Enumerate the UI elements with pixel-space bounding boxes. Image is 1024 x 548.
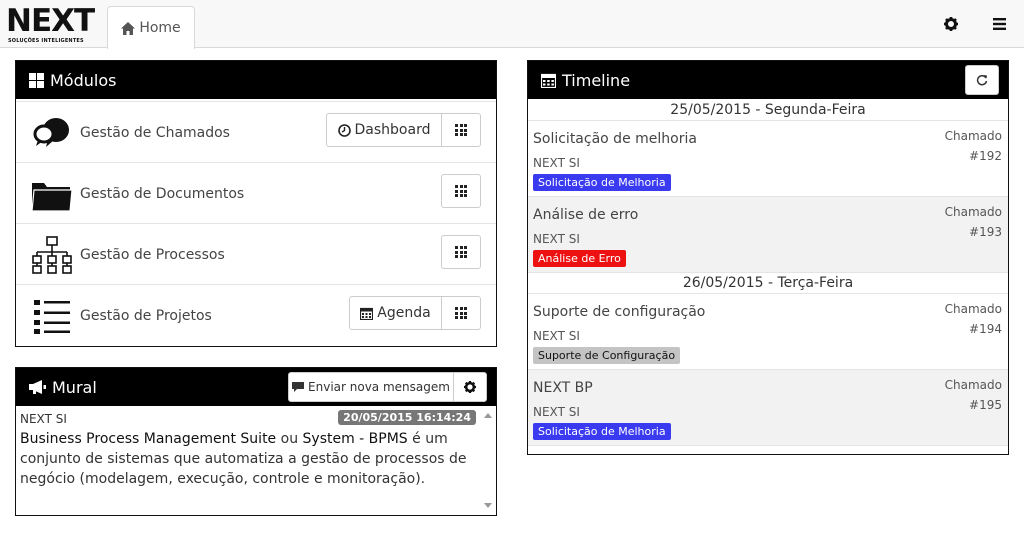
grid-squares-icon [29, 72, 44, 88]
module-label: Gestão de Documentos [80, 185, 245, 202]
grid-icon [455, 307, 467, 319]
timeline-item[interactable]: NEXT BP NEXT SI Solicitação de Melhoria … [528, 370, 1008, 446]
timeline-panel-header: Timeline [528, 61, 1008, 99]
next-logo[interactable]: NEXT SOLUÇÕES INTELIGENTES [6, 3, 100, 45]
comment-icon [292, 381, 305, 392]
mural-scrollbar[interactable] [481, 407, 495, 514]
module-row-documentos[interactable]: Gestão de Documentos [16, 162, 496, 223]
list-icon [34, 300, 70, 334]
timeline-item-org: NEXT SI [533, 156, 580, 170]
timeline-item-number: #194 [969, 322, 1002, 336]
timeline-item-type: Chamado [944, 378, 1002, 392]
logo-word: NEXT [6, 3, 95, 39]
mural-title: Mural [52, 377, 97, 397]
timeline-item-number: #192 [969, 149, 1002, 163]
timeline-item-type: Chamado [944, 129, 1002, 143]
timeline-item-org: NEXT SI [533, 405, 580, 419]
dashboard-button-label: Dashboard [354, 122, 431, 138]
module-label: Gestão de Projetos [80, 307, 212, 324]
timeline-item-number: #195 [969, 398, 1002, 412]
module-row-projetos[interactable]: Gestão de Projetos Agenda [16, 284, 496, 345]
timeline-item-org: NEXT SI [533, 329, 580, 343]
timeline-item-number: #193 [969, 225, 1002, 239]
timeline-title: Timeline [562, 70, 631, 90]
logo-tagline: SOLUÇÕES INTELIGENTES [8, 38, 84, 44]
timeline-item[interactable]: Suporte de configuração NEXT SI Suporte … [528, 294, 1008, 370]
mural-panel: Mural Enviar nova mensagem NEXT SI 20/05… [15, 367, 497, 516]
timeline-item-badge: Solicitação de Melhoria [533, 174, 671, 191]
mural-settings-button[interactable] [453, 372, 487, 402]
calendar-icon [360, 307, 374, 320]
post-text-strong: Business Process Management Suite [20, 431, 277, 447]
module-open-button[interactable] [441, 235, 481, 269]
gear-icon [944, 17, 958, 31]
gear-icon [464, 381, 476, 393]
send-message-button[interactable]: Enviar nova mensagem [288, 372, 454, 402]
module-row-processos[interactable]: Gestão de Processos [16, 223, 496, 284]
post-text-connector: ou [276, 431, 303, 447]
mural-post: NEXT SI 20/05/2015 16:14:24 Business Pro… [16, 406, 496, 515]
sitemap-icon [32, 236, 72, 274]
modules-panel-header: Módulos [16, 61, 496, 99]
module-label: Gestão de Chamados [80, 124, 230, 141]
timeline-date-header: 26/05/2015 - Terça-Feira [528, 272, 1008, 294]
module-label: Gestão de Processos [80, 246, 225, 263]
home-icon [121, 21, 136, 35]
post-text-strong: System - BPMS [302, 431, 408, 447]
timeline-item-type: Chamado [944, 205, 1002, 219]
grid-icon [455, 246, 467, 258]
tab-home[interactable]: Home [107, 6, 195, 49]
folder-icon [32, 183, 72, 212]
timeline-item-badge: Análise de Erro [533, 250, 626, 267]
timeline-item[interactable]: Solicitação de melhoria NEXT SI Solicita… [528, 121, 1008, 197]
megaphone-icon [29, 380, 46, 394]
timeline-item[interactable]: Análise de erro NEXT SI Análise de Erro … [528, 197, 1008, 273]
timeline-item-badge: Suporte de Configuração [533, 347, 681, 364]
timeline-item-type: Chamado [944, 302, 1002, 316]
scroll-down-arrow-icon[interactable] [484, 503, 492, 508]
module-open-button[interactable] [441, 174, 481, 208]
timeline-item-title: Solicitação de melhoria [533, 131, 697, 147]
tab-home-label: Home [139, 20, 181, 36]
timeline-item-badge: Solicitação de Melhoria [533, 423, 671, 440]
calendar-icon [541, 73, 556, 88]
top-navbar: NEXT SOLUÇÕES INTELIGENTES Home [0, 0, 1024, 49]
post-text: Business Process Management Suite ou Sys… [20, 429, 476, 489]
post-date-badge: 20/05/2015 16:14:24 [338, 410, 476, 425]
refresh-icon [976, 74, 988, 86]
dashboard-button[interactable]: Dashboard [326, 113, 442, 147]
grid-icon [455, 185, 467, 197]
module-open-button[interactable] [441, 113, 481, 147]
modules-panel: Módulos Gestão de Chamados Dashboard Ges… [15, 60, 497, 347]
scroll-up-arrow-icon[interactable] [484, 413, 492, 418]
module-row-chamados[interactable]: Gestão de Chamados Dashboard [16, 101, 496, 162]
timeline-item-org: NEXT SI [533, 232, 580, 246]
main-menu-button[interactable] [989, 14, 1009, 34]
settings-gear-button[interactable] [941, 14, 961, 34]
clock-icon [337, 123, 351, 137]
grid-icon [455, 124, 467, 136]
agenda-button[interactable]: Agenda [349, 296, 442, 330]
timeline-panel: Timeline 25/05/2015 - Segunda-Feira Soli… [527, 60, 1009, 455]
chat-bubbles-icon [33, 118, 69, 147]
agenda-button-label: Agenda [377, 305, 431, 321]
timeline-item-title: Suporte de configuração [533, 304, 706, 320]
modules-title: Módulos [50, 70, 117, 90]
send-message-label: Enviar nova mensagem [308, 380, 450, 394]
timeline-item-title: Análise de erro [533, 207, 639, 223]
timeline-item-title: NEXT BP [533, 380, 593, 396]
timeline-date-header: 25/05/2015 - Segunda-Feira [528, 99, 1008, 121]
refresh-button[interactable] [965, 65, 999, 95]
module-open-button[interactable] [441, 296, 481, 330]
hamburger-menu-icon [992, 18, 1006, 30]
